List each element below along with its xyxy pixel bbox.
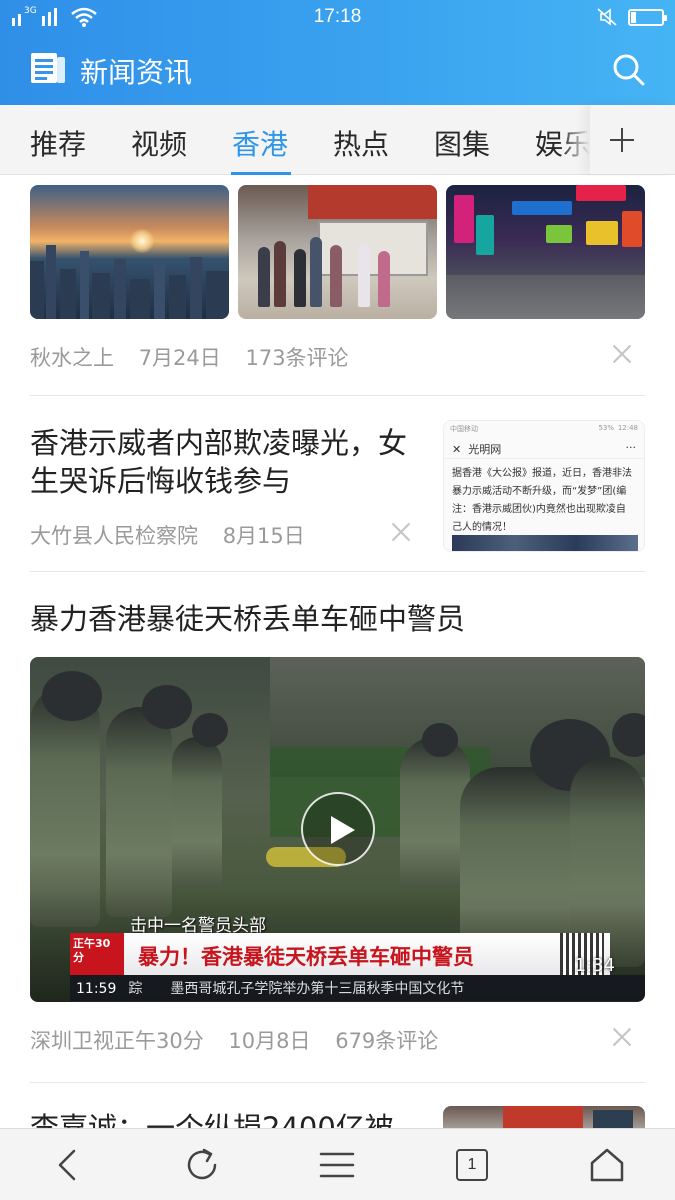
play-icon[interactable] xyxy=(301,792,375,866)
ticker-time: 11:59 xyxy=(76,981,117,997)
battery-icon xyxy=(628,9,667,26)
channel-logo: 正午30分 xyxy=(70,933,124,975)
news-date: 7月24日 xyxy=(138,346,221,370)
status-bar: 3G 17:18 xyxy=(0,0,675,36)
tab-hot[interactable]: 热点 xyxy=(333,123,389,163)
news-title: 香港示威者内部欺凌曝光，女生哭诉后悔收钱参与 xyxy=(30,426,408,498)
thumb-site: 光明网 xyxy=(468,443,502,456)
news-source: 大竹县人民检察院 xyxy=(30,524,198,548)
tab-video[interactable]: 视频 xyxy=(131,123,187,163)
thumb-body: 据香港《大公报》报道，近日，香港非法暴力示威活动不断升级，而“发梦”团(编注：香… xyxy=(452,468,632,533)
thumb-battery: 53% xyxy=(598,424,614,432)
newspaper-icon xyxy=(31,53,65,83)
gallery-image-skyline xyxy=(30,185,229,319)
app-title: 新闻资讯 xyxy=(80,56,193,89)
active-tab-indicator xyxy=(231,172,291,175)
close-icon[interactable] xyxy=(391,522,411,542)
news-source: 深圳卫视正午30分 xyxy=(30,1029,204,1053)
thumb-time: 12:48 xyxy=(617,424,638,432)
news-thumbnail-screenshot: 中国移动 53% 12:48 ✕ 光明网 ··· 据香港《大公报》报道，近日，香港… xyxy=(443,420,645,552)
refresh-icon[interactable] xyxy=(182,1145,222,1185)
news-comments: 173条评论 xyxy=(245,346,349,370)
divider xyxy=(30,1082,645,1083)
news-meta: 秋水之上 7月24日 173条评论 xyxy=(30,342,367,372)
tab-gallery[interactable]: 图集 xyxy=(434,123,490,163)
tabs-fade xyxy=(560,105,590,174)
close-icon[interactable] xyxy=(612,344,632,364)
news-source: 秋水之上 xyxy=(30,346,114,370)
tabs-button[interactable]: 1 xyxy=(447,1145,488,1185)
news-meta: 大竹县人民检察院 8月15日 xyxy=(30,520,323,550)
video-banner-text: 暴力！香港暴徒天桥丢单车砸中警员 xyxy=(138,945,474,969)
ticker-text: 踪 墨西哥城孔子学院举办第十三届秋季中国文化节 xyxy=(128,981,465,997)
divider xyxy=(30,571,645,572)
video-player[interactable]: 击中一名警员头部 正午30分 暴力！香港暴徒天桥丢单车砸中警员 11:59 踪 墨… xyxy=(30,657,645,1002)
news-feed: 秋水之上 7月24日 173条评论 香港示威者内部欺凌曝光，女生哭诉后悔收钱参与… xyxy=(0,176,675,1128)
divider xyxy=(30,395,645,396)
mute-icon xyxy=(597,8,617,26)
news-title: 李嘉诚：一个纵捐2400亿被 xyxy=(30,1111,394,1128)
bottom-navigation: 1 xyxy=(0,1128,675,1200)
menu-icon[interactable] xyxy=(317,1145,357,1185)
app-header: 新闻资讯 xyxy=(0,36,675,105)
gallery-image-neon-street xyxy=(446,185,645,319)
news-comments: 679条评论 xyxy=(335,1029,439,1053)
news-meta: 深圳卫视正午30分 10月8日 679条评论 xyxy=(30,1025,456,1055)
news-date: 8月15日 xyxy=(222,524,305,548)
thumb-status-text: 中国移动 xyxy=(450,425,478,433)
status-time: 17:18 xyxy=(313,6,362,27)
tab-recommended[interactable]: 推荐 xyxy=(30,123,86,163)
search-icon[interactable] xyxy=(612,53,646,87)
video-ticker: 11:59 踪 墨西哥城孔子学院举办第十三届秋季中国文化节 xyxy=(70,975,645,1001)
video-duration: 1:34 xyxy=(574,955,615,976)
tab-count: 1 xyxy=(456,1149,488,1181)
plus-icon[interactable] xyxy=(590,105,675,174)
gallery-image-street xyxy=(238,185,437,319)
tab-hongkong[interactable]: 香港 xyxy=(232,123,288,163)
home-icon[interactable] xyxy=(587,1145,627,1185)
app-header-bar: 3G 17:18 新闻资讯 xyxy=(0,0,675,105)
close-icon[interactable] xyxy=(612,1027,632,1047)
category-tabs: 推荐 视频 香港 热点 图集 娱乐 xyxy=(0,105,675,175)
back-arrow-icon[interactable] xyxy=(48,1145,88,1185)
news-date: 10月8日 xyxy=(228,1029,311,1053)
news-thumbnail xyxy=(443,1106,645,1128)
news-title: 暴力香港暴徒天桥丢单车砸中警员 xyxy=(30,602,466,636)
